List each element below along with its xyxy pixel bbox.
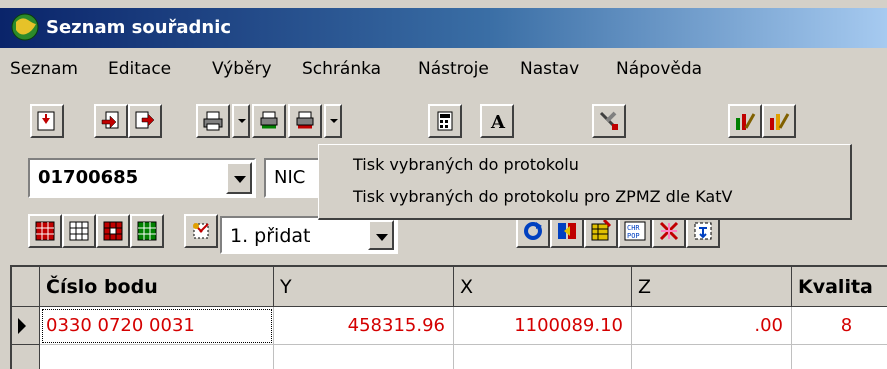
menu-bar: Seznam Editace Výběry Schránka Nástroje …	[0, 52, 887, 88]
globe-app-icon	[10, 12, 40, 46]
print-icon	[203, 111, 223, 131]
print-selected-button[interactable]	[252, 104, 286, 138]
table-cell-kvalita[interactable]: 8	[792, 307, 887, 345]
menu-napoveda[interactable]: Nápověda	[616, 59, 702, 79]
table-mark-icon	[591, 220, 612, 241]
menu-vybery[interactable]: Výběry	[212, 59, 272, 79]
font-icon: A	[490, 112, 506, 132]
column-header-x[interactable]: X	[454, 267, 632, 307]
table-cell-partial[interactable]	[40, 345, 274, 369]
menu-item-print-selected-zpmz[interactable]: Tisk vybraných do protokolu pro ZPMZ dle…	[353, 187, 732, 206]
import-icon	[37, 111, 55, 131]
font-button[interactable]: A	[480, 104, 514, 138]
edit-chart-icon	[736, 113, 756, 130]
refresh-icon	[524, 222, 542, 240]
cross-delete-icon	[659, 221, 679, 241]
select-icon	[193, 223, 209, 239]
table-cell-partial[interactable]	[454, 345, 632, 369]
current-row-arrow-icon	[18, 318, 26, 334]
grid-corner	[12, 267, 40, 307]
menu-nastav[interactable]: Nastav	[520, 59, 579, 79]
copy-out-button[interactable]	[94, 104, 128, 138]
row-indicator[interactable]	[12, 345, 40, 369]
select-button[interactable]	[184, 214, 218, 248]
calculator-icon	[437, 111, 453, 131]
table-cell-z[interactable]: .00	[632, 307, 792, 345]
table-cell-partial[interactable]	[632, 345, 792, 369]
grid-plain-button[interactable]	[62, 214, 96, 248]
svg-text:POP: POP	[627, 232, 640, 240]
tools-button[interactable]	[592, 104, 626, 138]
print-selected-red-icon	[296, 111, 314, 129]
menu-editace[interactable]: Editace	[108, 59, 171, 79]
mode-combo[interactable]: 1. přidat	[220, 216, 398, 254]
calculator-button[interactable]	[428, 104, 462, 138]
export-button[interactable]	[128, 104, 162, 138]
print-dropdown[interactable]	[232, 104, 250, 138]
column-header-kvalita[interactable]: Kvalita	[792, 267, 887, 307]
title-bar: Seznam souřadnic	[0, 8, 887, 48]
print-selected-icon	[260, 111, 278, 129]
swap-icon	[558, 223, 576, 239]
coordinates-grid: Číslo bodu Y X Z Kvalita 0330 0720 0031 …	[10, 265, 887, 369]
grid-dotted-button[interactable]	[96, 214, 130, 248]
chevron-down-icon[interactable]	[226, 162, 252, 194]
import-button[interactable]	[30, 104, 64, 138]
chevron-down-icon[interactable]	[368, 220, 394, 250]
edit-chart-button[interactable]	[728, 104, 762, 138]
grid-red-icon	[35, 221, 55, 241]
table-cell-partial[interactable]	[792, 345, 887, 369]
column-header-y[interactable]: Y	[274, 267, 454, 307]
transform-icon	[694, 222, 712, 240]
point-code-combo[interactable]: 01700685	[28, 158, 256, 198]
edit-chart-red-icon	[770, 113, 790, 130]
table-cell-cislo[interactable]: 0330 0720 0031	[40, 307, 274, 345]
menu-schranka[interactable]: Schránka	[302, 59, 381, 79]
print-button[interactable]	[196, 104, 230, 138]
grid-color-icon	[137, 221, 157, 241]
column-header-z[interactable]: Z	[632, 267, 792, 307]
main-toolbar: A	[0, 104, 887, 146]
menu-nastroje[interactable]: Nástroje	[418, 59, 489, 79]
point-code-value: 01700685	[38, 167, 139, 188]
table-cell-partial[interactable]	[274, 345, 454, 369]
svg-text:A: A	[490, 112, 506, 132]
svg-text:CHR: CHR	[627, 224, 640, 232]
copy-out-icon	[101, 111, 119, 129]
print-selected-menu: Tisk vybraných do protokolu Tisk vybraný…	[318, 144, 852, 220]
partial-filter-value: NIC	[274, 167, 306, 188]
window-title: Seznam souřadnic	[46, 17, 232, 38]
chr-pop-icon: CHRPOP	[624, 221, 646, 241]
grid-red-button[interactable]	[28, 214, 62, 248]
grid-toolbar: 1. přidat CHR POP	[0, 214, 887, 260]
row-indicator[interactable]	[12, 307, 40, 345]
mode-value: 1. přidat	[230, 225, 311, 247]
column-header-cislo[interactable]: Číslo bodu	[40, 267, 274, 307]
export-icon	[135, 111, 155, 129]
menu-seznam[interactable]: Seznam	[10, 59, 78, 79]
table-cell-y[interactable]: 458315.96	[274, 307, 454, 345]
print-selected-dropdown[interactable]	[324, 104, 342, 138]
menu-item-print-selected-protocol[interactable]: Tisk vybraných do protokolu	[353, 155, 579, 174]
grid-color-button[interactable]	[130, 214, 164, 248]
grid-plain-icon	[69, 221, 89, 241]
print-selected-red-button[interactable]	[288, 104, 322, 138]
table-cell-x[interactable]: 1100089.10	[454, 307, 632, 345]
grid-dotted-icon	[103, 221, 123, 241]
edit-chart-red-button[interactable]	[762, 104, 796, 138]
tools-icon	[599, 111, 618, 130]
